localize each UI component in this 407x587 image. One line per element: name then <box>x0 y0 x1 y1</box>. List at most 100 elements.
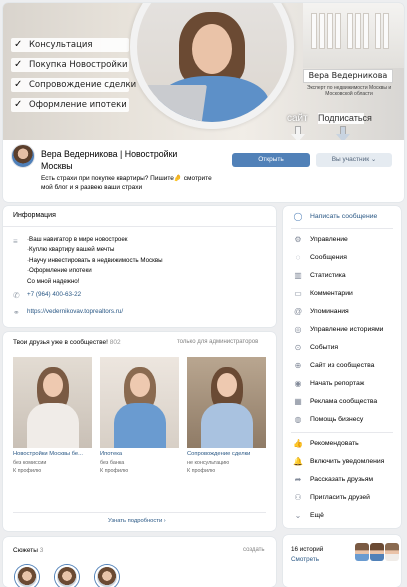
sidebar-item-label: Написать сообщение <box>310 213 378 220</box>
check-icon: ✓ <box>14 99 23 110</box>
friends-card: Твои друзья уже в сообществе! 802 только… <box>3 332 276 531</box>
sidebar-item-label: Включить уведомления <box>310 458 385 465</box>
community-name-line2: Москвы <box>41 161 73 171</box>
plots-title: Сюжеты 3 <box>13 547 43 554</box>
cover-menu-label: Покупка Новостройки <box>29 60 128 70</box>
more-details-link[interactable]: Узнать подробности › <box>108 518 166 524</box>
broadcast-icon: ◉ <box>294 379 302 388</box>
message-icon: ◯ <box>293 212 303 221</box>
check-icon: ✓ <box>14 39 23 50</box>
friend-profile-link[interactable]: К профилю <box>13 468 41 474</box>
phone-icon: ✆ <box>13 291 20 300</box>
events-icon: ⊙ <box>294 343 302 352</box>
cover-menu-item-2: ✓ Покупка Новостройки <box>11 58 129 72</box>
friend-title[interactable]: Сопровождение сделки <box>187 451 250 457</box>
story-preview[interactable] <box>385 543 399 561</box>
friend-title[interactable]: Новостройки Москвы бе... <box>13 451 83 457</box>
laptop-image <box>141 85 207 122</box>
sidebar-item-label: Пригласить друзей <box>310 494 370 501</box>
sidebar-item-notifications[interactable]: 🔔 Включить уведомления <box>283 453 401 471</box>
sidebar-item-messages[interactable]: ◌ Сообщения <box>283 249 401 267</box>
cover-portrait <box>130 3 294 129</box>
sidebar-item-comments[interactable]: ▭ Комментарии <box>283 285 401 303</box>
community-status: Есть страхи при покупке квартиры? Пишите… <box>41 175 212 191</box>
arrow-down-icon <box>336 126 350 140</box>
comments-icon: ▭ <box>294 289 302 298</box>
create-plot-link[interactable]: создать <box>243 547 265 553</box>
friend-card-1[interactable]: Новостройки Москвы бе... без комиссии К … <box>13 357 92 474</box>
divider <box>13 512 266 513</box>
story-preview[interactable] <box>370 543 384 561</box>
friend-photo[interactable] <box>100 357 179 448</box>
sidebar-item-label: Сайт из сообщества <box>310 362 375 369</box>
story-preview[interactable] <box>355 543 369 561</box>
stories-icon: ◎ <box>294 325 302 334</box>
site-icon: ⊕ <box>294 361 302 370</box>
open-button[interactable]: Открыть <box>232 153 310 167</box>
cover-menu-item-4: ✓ Оформление ипотеки <box>11 98 129 112</box>
sidebar-item-broadcast[interactable]: ◉ Начать репортаж <box>283 375 401 393</box>
friend-photo[interactable] <box>13 357 92 448</box>
sidebar-item-stories[interactable]: ◎ Управление историями <box>283 321 401 339</box>
cover-menu-label: Консультация <box>29 40 93 50</box>
sidebar-item-site[interactable]: ⊕ Сайт из сообщества <box>283 357 401 375</box>
stats-icon: ▥ <box>294 271 302 280</box>
friend-card-3[interactable]: Сопровождение сделки не консультацию К п… <box>187 357 266 474</box>
community-avatar[interactable] <box>11 144 35 168</box>
friend-card-2[interactable]: Ипотека без банка К профилю <box>100 357 179 474</box>
sidebar-actions: ◯ Написать сообщение ⚙ Управление ◌ Сообщен… <box>283 206 401 528</box>
sidebar-item-stats[interactable]: ▥ Статистика <box>283 267 401 285</box>
plot-thumbnail[interactable] <box>95 565 119 587</box>
help-icon: ◍ <box>294 415 302 424</box>
friends-count: 802 <box>109 339 121 346</box>
info-title: Информация <box>13 212 56 219</box>
friend-subtitle: без банка <box>100 460 125 466</box>
cover-name-tag: Вера Ведерникова <box>303 69 393 83</box>
sidebar-item-message[interactable]: ◯ Написать сообщение <box>283 208 401 226</box>
sidebar-item-recommend[interactable]: 👍 Рекомендовать <box>283 435 401 453</box>
cover-menu-label: Оформление ипотеки <box>29 100 127 110</box>
add-friend-icon: ⚇ <box>294 493 302 502</box>
friends-title: Твои друзья уже в сообществе! 802 <box>13 339 121 346</box>
site-link[interactable]: https://vedernikovav.topreаltors.ru/ <box>27 308 123 315</box>
friend-profile-link[interactable]: К профилю <box>187 468 215 474</box>
plot-thumbnail[interactable] <box>55 565 79 587</box>
plot-thumbnail[interactable] <box>15 565 39 587</box>
friend-photo[interactable] <box>187 357 266 448</box>
sidebar-item-label: Комментарии <box>310 290 353 297</box>
friend-subtitle: не консультацию <box>187 460 230 466</box>
mention-icon: @ <box>293 307 303 316</box>
phone-link[interactable]: +7 (964) 400-63-22 <box>27 291 81 298</box>
sidebar-item-invite[interactable]: ⚇ Пригласить друзей <box>283 489 401 507</box>
sidebar-item-events[interactable]: ⊙ События <box>283 339 401 357</box>
sidebar-item-manage[interactable]: ⚙ Управление <box>283 231 401 249</box>
sidebar-item-label: Управление историями <box>310 326 384 333</box>
cover-name-subtitle: Эксперт по недвижимости Москвы и Московс… <box>306 85 392 97</box>
member-dropdown-button[interactable]: Вы участник ⌄ <box>316 153 392 167</box>
stories-watch-link[interactable]: Смотреть <box>291 556 319 563</box>
sidebar-item-share[interactable]: ➦ Рассказать друзьям <box>283 471 401 489</box>
bell-icon: 🔔 <box>293 457 303 466</box>
plots-count: 3 <box>39 547 44 554</box>
plots-card: Сюжеты 3 создать <box>3 537 276 587</box>
friend-subtitle: без комиссии <box>13 460 47 466</box>
like-icon: 👍 <box>293 439 303 448</box>
stories-widget[interactable]: 16 историй Смотреть <box>283 535 401 587</box>
admin-only-link[interactable]: только для администраторов <box>177 339 258 345</box>
sidebar-item-label: Начать репортаж <box>310 380 365 387</box>
friend-title[interactable]: Ипотека <box>100 451 122 457</box>
sidebar-item-label: Рекомендовать <box>310 440 359 447</box>
cover-menu-label: Сопровождение сделки <box>29 80 137 90</box>
bookshelf-image <box>303 3 404 68</box>
sidebar-item-more[interactable]: ⌄ Ещё <box>283 507 401 525</box>
sidebar-item-label: Управление <box>310 236 348 243</box>
sidebar-item-mentions[interactable]: @ Упоминания <box>283 303 401 321</box>
link-icon: ⚭ <box>13 308 20 317</box>
sidebar-item-help[interactable]: ◍ Помощь бизнесу <box>283 411 401 429</box>
cover-subscribe-label: Подписаться <box>318 113 372 124</box>
friend-profile-link[interactable]: К профилю <box>100 468 128 474</box>
plots-title-text: Сюжеты <box>13 547 38 554</box>
sidebar-item-ads[interactable]: ▦ Реклама сообщества <box>283 393 401 411</box>
friends-title-text: Твои друзья уже в сообществе! <box>13 339 108 346</box>
info-line: ·Куплю квартиру вашей мечты <box>27 246 115 253</box>
